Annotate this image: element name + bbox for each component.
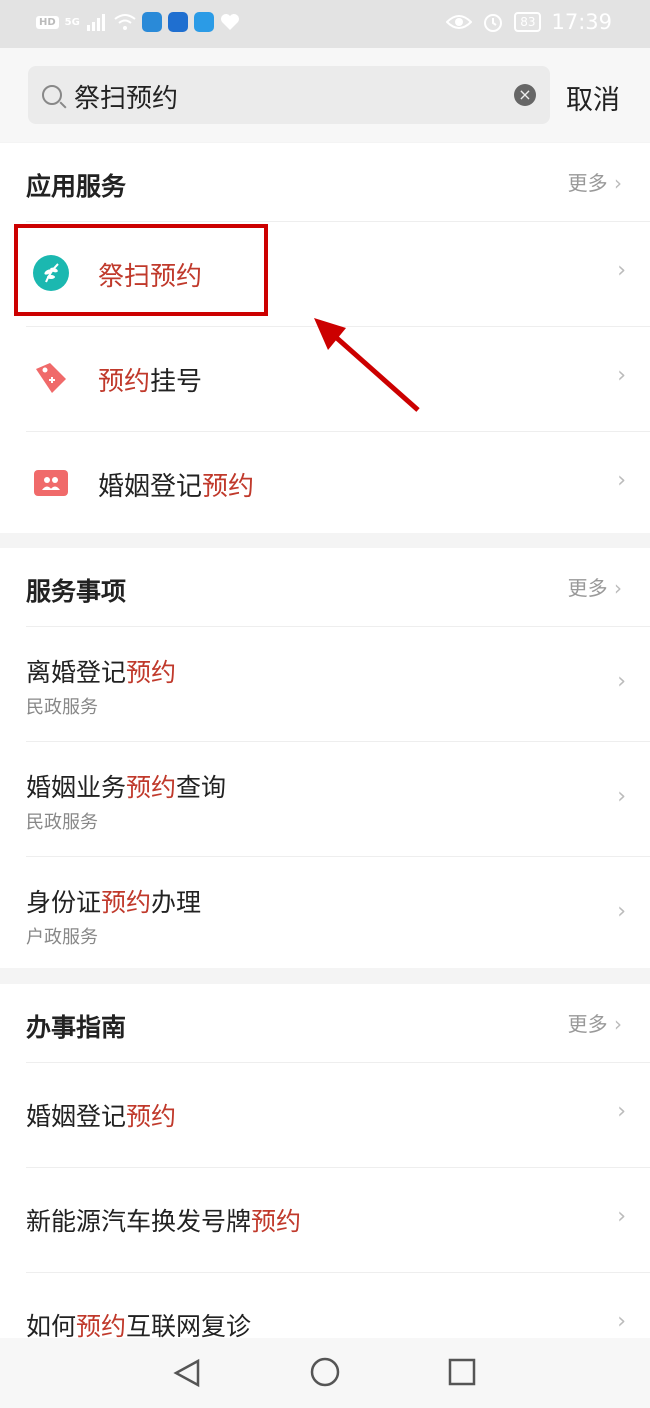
weather-app-icon — [141, 12, 162, 32]
chevron-right-icon: › — [617, 669, 626, 694]
item-subtitle: 民政服务 — [26, 812, 98, 833]
item-title: 离婚登记预约 — [26, 658, 177, 687]
item-subtitle: 户政服务 — [26, 927, 98, 948]
section-header: 应用服务 更多 › — [26, 143, 650, 222]
chevron-right-icon: › — [617, 1204, 626, 1229]
chevron-right-icon: › — [617, 784, 626, 809]
chevron-right-icon: › — [617, 363, 626, 388]
more-link[interactable]: 更多 › — [568, 572, 622, 601]
section-header: 办事指南 更多 › — [26, 984, 650, 1063]
section-title: 应用服务 — [26, 172, 127, 201]
service-item[interactable]: 婚姻业务预约查询 民政服务 › — [26, 742, 650, 857]
chevron-right-icon: › — [617, 468, 626, 493]
chevron-right-icon: › — [617, 258, 626, 283]
clear-icon[interactable]: × — [514, 84, 536, 106]
eye-icon — [446, 15, 473, 29]
app-label: 预约挂号 — [98, 367, 203, 397]
wifi-icon — [114, 14, 136, 30]
heart-icon — [220, 14, 239, 30]
section-title: 服务事项 — [26, 577, 127, 606]
couple-icon — [34, 470, 68, 496]
section-guides: 办事指南 更多 › 婚姻登记预约 › 新能源汽车换发号牌预约 › 如何预约互联网… — [0, 984, 650, 1338]
clock: 17:39 — [551, 10, 612, 34]
section-header: 服务事项 更多 › — [26, 548, 650, 627]
navigation-bar — [0, 1338, 650, 1408]
home-icon[interactable] — [309, 1356, 341, 1388]
guide-item[interactable]: 如何预约互联网复诊 › — [26, 1273, 650, 1338]
item-title: 婚姻业务预约查询 — [26, 773, 227, 802]
signal-label: 5G — [64, 16, 80, 28]
item-title: 新能源汽车换发号牌预约 — [26, 1207, 302, 1236]
chevron-right-icon: › — [617, 1099, 626, 1124]
arrow-annotation — [314, 318, 420, 412]
app-item-marriage[interactable]: 婚姻登记预约 › — [26, 432, 650, 536]
cancel-button[interactable]: 取消 — [566, 78, 620, 117]
chevron-right-icon: › — [617, 899, 626, 924]
item-title: 身份证预约办理 — [26, 888, 202, 917]
item-title: 婚姻登记预约 — [26, 1102, 177, 1131]
more-link[interactable]: 更多 › — [568, 1008, 622, 1037]
search-app-icon — [193, 12, 214, 32]
more-link[interactable]: 更多 › — [568, 167, 622, 196]
guide-item[interactable]: 新能源汽车换发号牌预约 › — [26, 1168, 650, 1273]
battery-icon: 83 — [514, 12, 542, 32]
search-icon — [42, 85, 62, 105]
tag-icon — [36, 363, 66, 393]
back-icon[interactable] — [172, 1358, 202, 1388]
hd-badge: HD — [36, 15, 59, 29]
search-bar: 祭扫预约 × 取消 — [0, 48, 650, 142]
search-input[interactable]: 祭扫预约 × — [28, 66, 550, 124]
chevron-right-icon: › — [617, 1309, 626, 1334]
guide-item[interactable]: 婚姻登记预约 › — [26, 1063, 650, 1168]
signal-icon — [86, 14, 105, 31]
search-query: 祭扫预约 — [74, 84, 179, 114]
section-services: 服务事项 更多 › 离婚登记预约 民政服务 › 婚姻业务预约查询 民政服务 › … — [0, 548, 650, 968]
status-bar: HD 5G 83 17:39 — [0, 0, 650, 48]
alarm-icon — [484, 14, 503, 32]
section-title: 办事指南 — [26, 1013, 127, 1042]
service-item[interactable]: 身份证预约办理 户政服务 › — [26, 857, 650, 971]
item-title: 如何预约互联网复诊 — [26, 1312, 252, 1338]
item-subtitle: 民政服务 — [26, 697, 98, 718]
recents-icon[interactable] — [448, 1358, 476, 1386]
highlight-box — [14, 224, 268, 316]
app-label: 婚姻登记预约 — [98, 472, 255, 502]
service-item[interactable]: 离婚登记预约 民政服务 › — [26, 627, 650, 742]
bulb-app-icon — [167, 12, 188, 32]
